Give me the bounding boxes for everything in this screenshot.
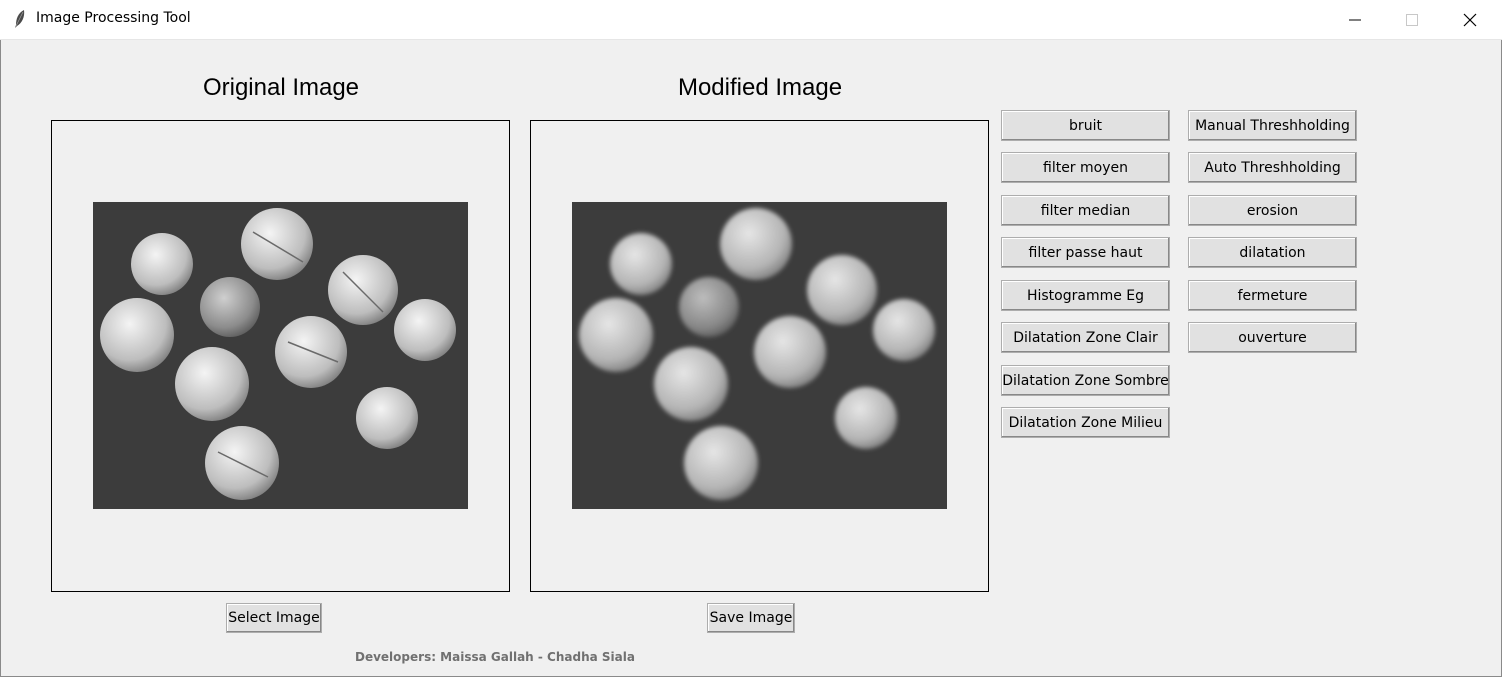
filter-moyen-button[interactable]: filter moyen (1001, 152, 1170, 183)
maximize-button[interactable] (1383, 0, 1441, 39)
close-button[interactable] (1441, 0, 1499, 39)
modified-image-title: Modified Image (677, 74, 843, 101)
modified-image-frame (530, 120, 989, 592)
dilatation-zone-sombre-button[interactable]: Dilatation Zone Sombre (1001, 365, 1170, 396)
dilatation-zone-milieu-button[interactable]: Dilatation Zone Milieu (1001, 407, 1170, 438)
original-image-title: Original Image (202, 74, 360, 101)
maximize-icon (1406, 13, 1418, 26)
dilatation-zone-clair-button[interactable]: Dilatation Zone Clair (1001, 322, 1170, 353)
minimize-button[interactable] (1326, 0, 1384, 39)
title-bar: Image Processing Tool (0, 0, 1502, 40)
developers-credit: Developers: Maissa Gallah - Chadha Siala (355, 650, 635, 664)
bruit-button[interactable]: bruit (1001, 110, 1170, 141)
original-image (93, 202, 468, 509)
select-image-button[interactable]: Select Image (226, 603, 322, 633)
close-icon (1463, 13, 1477, 27)
modified-image (572, 202, 947, 509)
fermeture-button[interactable]: fermeture (1188, 280, 1357, 311)
original-image-frame (51, 120, 510, 592)
dilatation-button[interactable]: dilatation (1188, 237, 1357, 268)
manual-threshholding-button[interactable]: Manual Threshholding (1188, 110, 1357, 141)
histogramme-eg-button[interactable]: Histogramme Eg (1001, 280, 1170, 311)
minimize-icon (1349, 14, 1361, 26)
filter-median-button[interactable]: filter median (1001, 195, 1170, 226)
window-title: Image Processing Tool (36, 10, 191, 26)
auto-threshholding-button[interactable]: Auto Threshholding (1188, 152, 1357, 183)
feather-icon (12, 9, 28, 29)
ouverture-button[interactable]: ouverture (1188, 322, 1357, 353)
filter-passe-haut-button[interactable]: filter passe haut (1001, 237, 1170, 268)
save-image-button[interactable]: Save Image (707, 603, 795, 633)
erosion-button[interactable]: erosion (1188, 195, 1357, 226)
